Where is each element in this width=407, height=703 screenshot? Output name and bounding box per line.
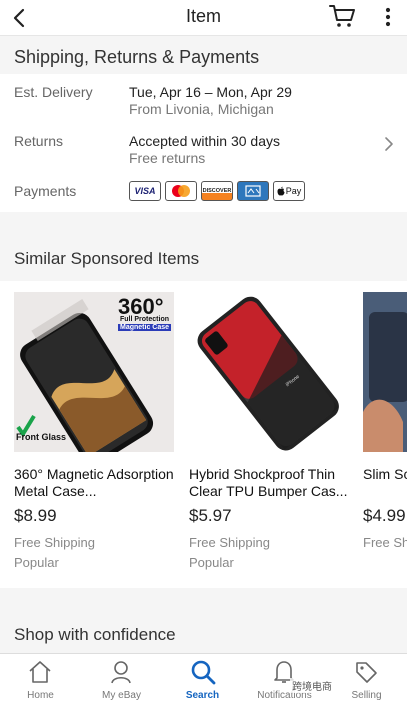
nav-search[interactable]: Search [162,654,243,703]
payment-methods: VISA DISCOVER Pay [129,181,305,201]
nav-my-ebay-label: My eBay [102,690,141,701]
returns-label: Returns [14,133,64,149]
nav-my-ebay[interactable]: My eBay [81,654,162,703]
image-text-front-glass: Front Glass [16,432,67,442]
search-icon [191,660,216,685]
item-image[interactable]: 360° Full Protection Magnetic Case Front… [14,292,174,452]
item-price: $8.99 [14,506,57,525]
nav-selling-label: Selling [351,690,382,701]
similar-items-title: Similar Sponsored Items [14,249,200,268]
chevron-right-icon[interactable] [381,134,397,154]
similar-items-carousel[interactable]: 360° Full Protection Magnetic Case Front… [0,281,407,588]
returns-value[interactable]: Accepted within 30 days [129,133,280,149]
item-price: $4.99 [363,506,406,525]
item-badge: Popular [14,555,59,570]
delivery-value: Tue, Apr 16 – Mon, Apr 29 [129,84,292,100]
top-bar: Item [0,0,407,36]
tag-icon [356,662,377,683]
item-title[interactable]: 360° Magnetic Adsorption Metal Case... [14,466,174,500]
item-image[interactable]: iPhone [189,292,349,452]
payments-label: Payments [14,183,77,199]
item-image[interactable] [363,292,407,452]
item-title[interactable]: Hybrid Shockproof Thin Clear TPU Bumper … [189,466,349,500]
user-icon [111,661,131,684]
item-title[interactable]: Slim Sc Shockp [363,466,407,500]
item-shipping: Free Shipping [14,535,95,550]
shipping-section-title: Shipping, Returns & Payments [14,47,260,67]
cart-icon[interactable] [328,3,356,29]
similar-item-card[interactable]: Slim Sc Shockp $4.99 Free Sh [363,292,407,550]
more-options-icon[interactable] [378,5,398,31]
image-text-protection: Full Protection [120,316,169,323]
nav-home[interactable]: Home [0,654,81,703]
item-badge: Popular [189,555,234,570]
bottom-nav: Home My eBay Search Notifications Sellin… [0,653,407,703]
delivery-from: From Livonia, Michigan [129,101,274,117]
discover-card-icon: DISCOVER [201,181,233,201]
similar-item-card[interactable]: 360° Full Protection Magnetic Case Front… [14,292,174,570]
home-icon [29,661,51,683]
item-shipping: Free Shipping [189,535,270,550]
shop-confidence-title: Shop with confidence [14,625,176,644]
delivery-label: Est. Delivery [14,84,93,100]
nav-home-label: Home [27,690,54,701]
similar-header-band [0,212,407,281]
mastercard-icon [165,181,197,201]
image-text-magnetic: Magnetic Case [118,324,172,331]
watermark-text: 跨境电商 [290,678,334,693]
visa-card-icon: VISA [129,181,161,201]
item-price: $5.97 [189,506,232,525]
nav-selling[interactable]: Selling [326,654,407,703]
apple-pay-label: Pay [285,186,302,196]
returns-sub: Free returns [129,150,206,166]
item-shipping: Free Sh [363,535,407,550]
nav-search-label: Search [185,690,220,701]
amex-card-icon [237,181,269,201]
apple-pay-icon: Pay [273,181,305,201]
similar-item-card[interactable]: iPhone Hybrid Shockproof Thin Clear TPU … [189,292,349,570]
